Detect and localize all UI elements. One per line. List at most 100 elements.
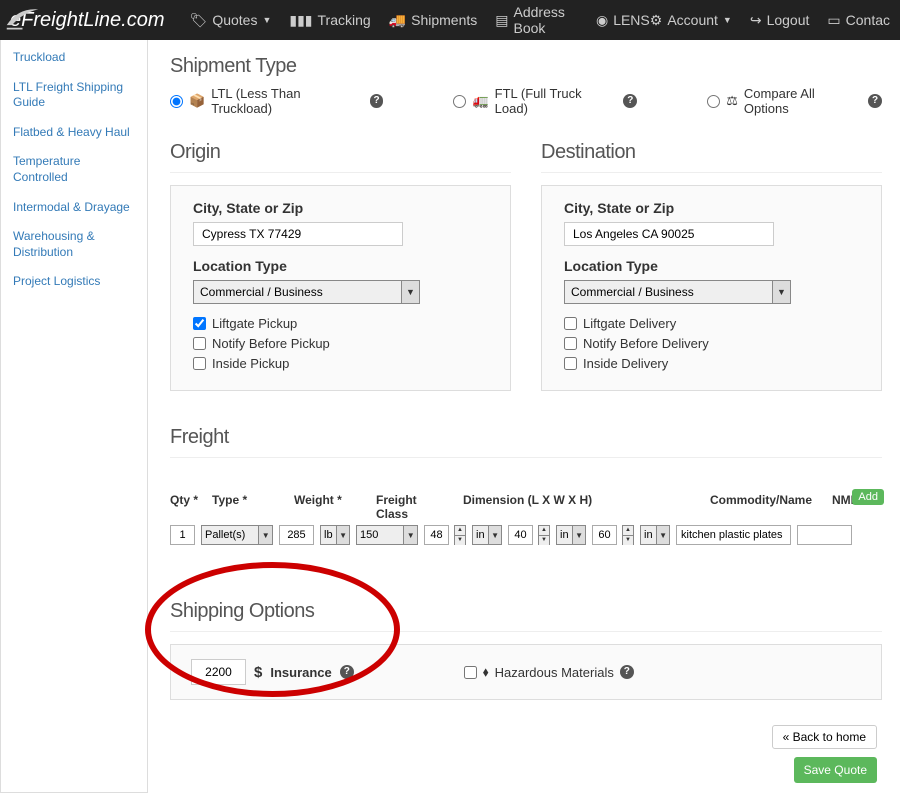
nav-shipments-label: Shipments	[411, 12, 477, 28]
main-content: Shipment Type 📦 LTL (Less Than Truckload…	[148, 40, 900, 793]
dim-w-spinner[interactable]: ▲▼	[538, 525, 550, 545]
ship-type-compare[interactable]: ⚖ Compare All Options ?	[707, 86, 882, 116]
nav-tracking[interactable]: ▮▮▮ Tracking	[289, 12, 370, 29]
col-weight: Weight *	[294, 493, 364, 521]
top-navbar: eFreightLine.com 🏷 Quotes ▼ ▮▮▮ Tracking…	[0, 0, 900, 40]
box-icon: 📦	[189, 93, 205, 109]
sidebar: Truckload LTL Freight Shipping Guide Fla…	[0, 40, 148, 793]
sidebar-item-project-logistics[interactable]: Project Logistics	[13, 274, 135, 290]
ship-type-ltl[interactable]: 📦 LTL (Less Than Truckload) ?	[170, 86, 383, 116]
save-quote-button[interactable]: Save Quote	[794, 757, 877, 783]
hazard-icon: ⬧	[483, 664, 489, 680]
nav-contact[interactable]: ▭ Contac	[827, 12, 890, 29]
sidebar-item-intermodal[interactable]: Intermodal & Drayage	[13, 200, 135, 216]
dest-location-type-label: Location Type	[564, 258, 865, 274]
barcode-icon: ▮▮▮	[289, 12, 312, 29]
ship-type-ftl-label: FTL (Full Truck Load)	[495, 86, 618, 116]
commodity-input[interactable]	[676, 525, 791, 545]
target-icon: ◉	[596, 12, 608, 29]
tag-icon: 🏷	[190, 12, 208, 29]
dest-liftgate-checkbox[interactable]	[564, 317, 577, 330]
back-to-home-button[interactable]: « Back to home	[772, 725, 877, 749]
nav-lens[interactable]: ◉ LENS	[596, 12, 650, 29]
dim-h-input[interactable]	[592, 525, 617, 545]
card-icon: ▭	[827, 12, 840, 29]
sidebar-item-flatbed[interactable]: Flatbed & Heavy Haul	[13, 125, 135, 141]
help-icon[interactable]: ?	[370, 94, 384, 108]
weight-unit-select[interactable]: lb▼	[320, 525, 350, 545]
type-select[interactable]: Pallet(s)▼	[201, 525, 273, 545]
help-icon[interactable]: ?	[623, 94, 637, 108]
nav-addressbook-label: Address Book	[514, 4, 578, 36]
dim-h-spinner[interactable]: ▲▼	[622, 525, 634, 545]
nmfc-input[interactable]	[797, 525, 852, 545]
origin-location-type-select[interactable]: Commercial / Business ▼	[193, 280, 420, 304]
chevron-down-icon: ▼	[401, 281, 419, 303]
logo[interactable]: eFreightLine.com	[10, 9, 165, 32]
add-freight-button[interactable]: Add	[852, 489, 884, 505]
origin-liftgate-checkbox[interactable]	[193, 317, 206, 330]
origin-inside-label: Inside Pickup	[212, 356, 289, 371]
nav-quotes-label: Quotes	[212, 12, 257, 28]
nav-contact-label: Contac	[846, 12, 890, 28]
hazmat-label: Hazardous Materials	[495, 665, 614, 680]
dest-liftgate-label: Liftgate Delivery	[583, 316, 676, 331]
dest-notify-checkbox[interactable]	[564, 337, 577, 350]
nav-account[interactable]: ⚙ Account ▼	[650, 12, 732, 29]
dest-inside-checkbox[interactable]	[564, 357, 577, 370]
qty-input[interactable]	[170, 525, 195, 545]
dim-l-input[interactable]	[424, 525, 449, 545]
col-type: Type *	[212, 493, 282, 521]
insurance-input[interactable]	[191, 659, 246, 685]
nav-logout[interactable]: ↪ Logout	[750, 12, 810, 29]
origin-liftgate-label: Liftgate Pickup	[212, 316, 297, 331]
origin-inside-checkbox[interactable]	[193, 357, 206, 370]
sidebar-item-ltl-guide[interactable]: LTL Freight Shipping Guide	[13, 80, 135, 111]
radio-ltl[interactable]	[170, 95, 183, 108]
dest-location-type-select[interactable]: Commercial / Business ▼	[564, 280, 791, 304]
chevron-down-icon: ▼	[488, 526, 501, 544]
sidebar-item-warehousing[interactable]: Warehousing & Distribution	[13, 229, 135, 260]
dim-l-spinner[interactable]: ▲▼	[454, 525, 466, 545]
origin-panel: City, State or Zip Location Type Commerc…	[170, 185, 511, 391]
section-origin: Origin	[170, 141, 511, 164]
dest-city-label: City, State or Zip	[564, 200, 865, 216]
origin-city-label: City, State or Zip	[193, 200, 494, 216]
class-select[interactable]: 150▼	[356, 525, 418, 545]
nav-tracking-label: Tracking	[318, 12, 371, 28]
destination-panel: City, State or Zip Location Type Commerc…	[541, 185, 882, 391]
dim-w-input[interactable]	[508, 525, 533, 545]
gear-icon: ⚙	[650, 12, 663, 29]
nav-shipments[interactable]: 🚚 Shipments	[389, 12, 478, 29]
dim-l-unit-select[interactable]: in▼	[472, 525, 502, 545]
origin-city-input[interactable]	[193, 222, 403, 246]
sidebar-item-truckload[interactable]: Truckload	[13, 50, 135, 66]
dest-city-input[interactable]	[564, 222, 774, 246]
ship-type-ftl[interactable]: 🚛 FTL (Full Truck Load) ?	[453, 86, 637, 116]
origin-notify-checkbox[interactable]	[193, 337, 206, 350]
dim-w-unit-select[interactable]: in▼	[556, 525, 586, 545]
weight-input[interactable]	[279, 525, 314, 545]
sidebar-item-temperature[interactable]: Temperature Controlled	[13, 154, 135, 185]
help-icon[interactable]: ?	[340, 665, 354, 679]
help-icon[interactable]: ?	[868, 94, 882, 108]
nav-lens-label: LENS	[613, 12, 650, 28]
help-icon[interactable]: ?	[620, 665, 634, 679]
col-qty: Qty *	[170, 493, 200, 521]
nav-addressbook[interactable]: ▤ Address Book	[495, 4, 578, 36]
dim-h-unit-select[interactable]: in▼	[640, 525, 670, 545]
nav-quotes[interactable]: 🏷 Quotes ▼	[190, 12, 272, 29]
logout-icon: ↪	[750, 12, 762, 29]
scale-icon: ⚖	[726, 93, 738, 109]
origin-notify-label: Notify Before Pickup	[212, 336, 330, 351]
radio-ftl[interactable]	[453, 95, 466, 108]
radio-compare[interactable]	[707, 95, 720, 108]
chevron-down-icon: ▼	[262, 15, 271, 25]
truck-icon: 🚚	[389, 12, 406, 29]
section-freight: Freight	[170, 426, 882, 449]
hazmat-checkbox[interactable]	[464, 666, 477, 679]
truck-icon: 🚛	[472, 93, 488, 109]
ship-type-compare-label: Compare All Options	[744, 86, 862, 116]
chevron-down-icon: ▼	[772, 281, 790, 303]
nav-account-label: Account	[667, 12, 718, 28]
